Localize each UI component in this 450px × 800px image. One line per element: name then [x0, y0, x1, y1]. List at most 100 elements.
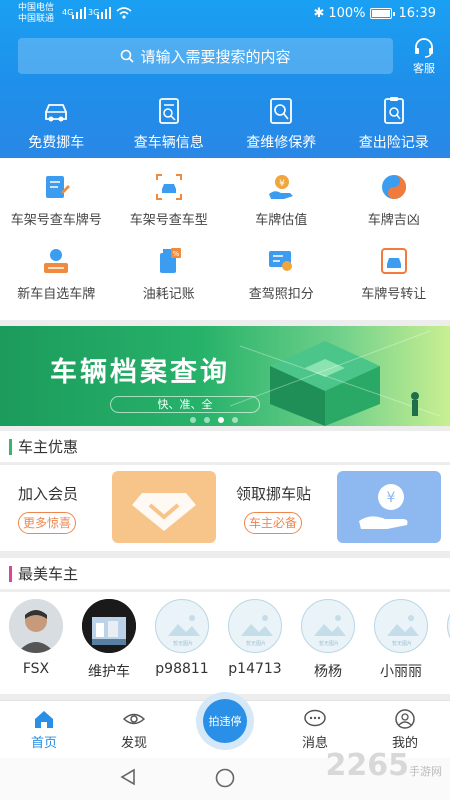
avatar-placeholder: 暂无图片 [228, 599, 282, 653]
vin-to-plate-item[interactable]: 车架号查车牌号 [0, 172, 113, 244]
user-name: p14713 [228, 661, 282, 677]
tab-label: 发现 [120, 736, 147, 751]
top-action-label: 查维修保养 [246, 135, 317, 151]
tab-messages[interactable]: 消息 [285, 709, 345, 751]
search-placeholder: 请输入需要搜索的内容 [140, 47, 291, 66]
users-section-title: 最美车主 [0, 558, 450, 590]
users-list: FSX 维护车 暂无图片 p98811 暂无图片 p14713 暂无图片 杨杨 … [0, 592, 450, 694]
service-grid: 车架号查车牌号 车架号查车型 ¥ 车牌估值 车牌吉凶 新车自选车牌 % 油耗记账… [0, 158, 450, 320]
wifi-icon [116, 7, 132, 19]
report-parking-button[interactable]: 拍违停 [196, 692, 254, 750]
banner-subtitle: 快、准、全 [110, 396, 260, 413]
tab-discover[interactable]: 发现 [104, 709, 164, 751]
owner-essential-button[interactable]: 车主必备 [244, 512, 303, 534]
grid-label: 车架号查车牌号 [10, 213, 102, 228]
fuel-icon: % [159, 248, 181, 273]
grid-label: 车牌号转让 [361, 287, 427, 302]
user-card-partial[interactable] [439, 599, 450, 661]
doc-search-icon [158, 98, 179, 124]
battery-icon [369, 8, 395, 19]
app-header: 中国电信 中国联通 4G 3G ✱ 100% 16:39 请输入需要搜索的内容 … [0, 0, 450, 158]
grid-label: 新车自选车牌 [17, 287, 96, 302]
avatar [82, 599, 136, 653]
valuation-icon: ¥ [269, 175, 294, 199]
plate-fortune-item[interactable]: 车牌吉凶 [338, 172, 450, 244]
user-name: p98811 [155, 661, 209, 677]
carrier-2: 中国联通 [18, 14, 55, 24]
avatar-placeholder: 暂无图片 [374, 599, 428, 653]
select-plate-item[interactable]: 新车自选车牌 [0, 246, 113, 318]
tab-label: 消息 [301, 736, 328, 751]
carousel-dot [190, 417, 196, 423]
watermark-sub: 手游网 [409, 765, 442, 778]
carrier-1: 中国电信 [18, 3, 55, 13]
user-name: 小丽丽 [380, 664, 422, 680]
user-card[interactable]: FSX [1, 599, 71, 677]
grid-label: 油耗记账 [142, 287, 195, 302]
tab-profile[interactable]: 我的 [375, 709, 435, 751]
tab-label: 首页 [30, 736, 57, 751]
headset-icon [415, 38, 433, 58]
accident-record-button[interactable]: 查出险记录 [338, 96, 450, 152]
vehicle-info-button[interactable]: 查车辆信息 [113, 96, 226, 152]
back-icon[interactable] [118, 767, 138, 787]
home-circle-icon[interactable] [214, 767, 236, 789]
maintenance-record-button[interactable]: 查维修保养 [225, 96, 338, 152]
more-surprises-button[interactable]: 更多惊喜 [18, 512, 77, 534]
license-points-item[interactable]: 查驾照扣分 [225, 246, 338, 318]
car-scan-icon [155, 174, 182, 200]
free-move-car-button[interactable]: 免费挪车 [0, 96, 113, 152]
user-card[interactable]: 暂无图片 p14713 [220, 599, 290, 677]
fuel-record-item[interactable]: % 油耗记账 [113, 246, 226, 318]
banner-title: 车辆档案查询 [50, 357, 230, 388]
carousel-dot-active [218, 417, 224, 423]
plate-transfer-item[interactable]: 车牌号转让 [338, 246, 450, 318]
customer-service-button[interactable]: 客服 [405, 38, 443, 76]
promo-section: 加入会员 更多惊喜 领取挪车贴 车主必备 ¥ [0, 465, 450, 551]
search-bar[interactable]: 请输入需要搜索的内容 [18, 38, 393, 74]
svg-text:暂无图片: 暂无图片 [392, 640, 412, 647]
user-card[interactable]: 暂无图片 p98811 [147, 599, 217, 677]
top-actions: 免费挪车 查车辆信息 查维修保养 查出险记录 [0, 96, 450, 152]
svg-text:%: % [172, 250, 179, 258]
signal-icon [72, 7, 86, 19]
svg-text:¥: ¥ [387, 490, 396, 506]
carousel-dot [232, 417, 238, 423]
diamond-icon [132, 493, 196, 531]
move-sticker-card[interactable]: ¥ [337, 471, 441, 543]
grid-label: 车架号查车型 [129, 213, 208, 228]
tab-home[interactable]: 首页 [14, 709, 74, 751]
banner-carousel[interactable]: 车辆档案查询 快、准、全 [0, 326, 450, 426]
move-sticker-title: 领取挪车贴 [236, 485, 312, 503]
accident-record-icon [383, 97, 404, 124]
avatar-placeholder: 暂无图片 [301, 599, 355, 653]
watermark-logo: 2265手游网 [326, 748, 443, 783]
avatar [9, 599, 63, 653]
svg-text:¥: ¥ [279, 179, 285, 189]
user-icon [395, 709, 415, 729]
vin-plate-icon [46, 176, 71, 198]
clock: 16:39 [398, 6, 436, 21]
user-card[interactable]: 暂无图片 小丽丽 [366, 599, 436, 681]
service-label: 客服 [413, 62, 435, 75]
promo-section-title: 车主优惠 [0, 431, 450, 463]
carousel-dot [204, 417, 210, 423]
grid-label: 查驾照扣分 [248, 287, 314, 302]
grid-label: 车牌估值 [255, 213, 308, 228]
battery-percent: 100% [328, 6, 366, 21]
carousel-dots [190, 417, 238, 423]
car-move-icon [45, 104, 68, 122]
user-card[interactable]: 暂无图片 杨杨 [293, 599, 363, 681]
coin-hand-icon: ¥ [359, 484, 408, 529]
membership-card[interactable] [112, 471, 216, 543]
top-action-label: 查出险记录 [358, 135, 429, 151]
yinyang-icon [381, 175, 406, 199]
status-right: ✱ 100% 16:39 [313, 6, 436, 21]
user-card[interactable]: 维护车 [74, 599, 144, 681]
select-plate-icon [44, 249, 69, 273]
plate-valuation-item[interactable]: ¥ 车牌估值 [225, 172, 338, 244]
vin-to-model-item[interactable]: 车架号查车型 [113, 172, 226, 244]
eye-icon [122, 713, 146, 725]
carrier-info: 中国电信 中国联通 [18, 3, 54, 25]
banner-illustration [230, 330, 441, 426]
